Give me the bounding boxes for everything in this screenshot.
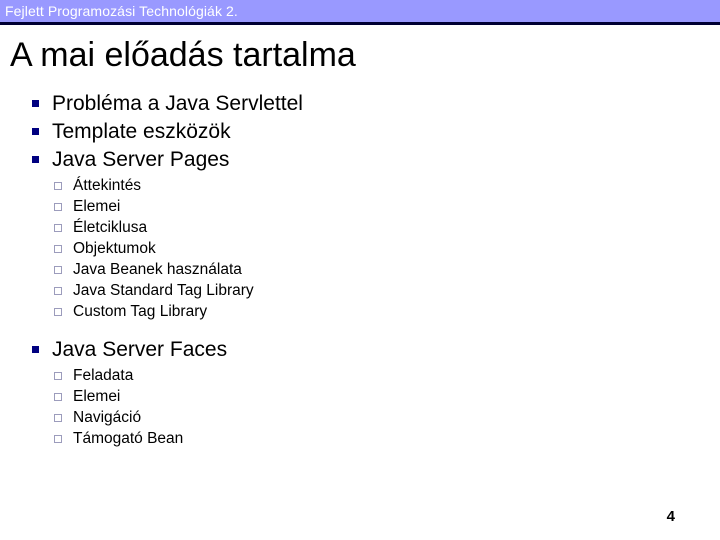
outline-level2-list: Áttekintés Elemei Életciklusa Objektumok… [0,175,720,322]
hollow-square-icon [54,414,62,422]
slide-content-outline: Probléma a Java Servlettel Template eszk… [0,90,720,452]
hollow-square-icon [54,182,62,190]
list-item: Feladata [0,365,720,386]
list-item: Custom Tag Library [0,301,720,322]
list-item: Támogató Bean [0,428,720,449]
list-item: Elemei [0,386,720,407]
hollow-square-icon [54,372,62,380]
list-item-label: Template eszközök [52,120,231,143]
hollow-square-icon [54,435,62,443]
list-item-label: Támogató Bean [73,430,184,447]
hollow-square-icon [54,266,62,274]
list-item-label: Életciklusa [73,219,148,236]
filled-square-icon [32,128,39,135]
filled-square-icon [32,156,39,163]
list-item: Navigáció [0,407,720,428]
list-item-label: Probléma a Java Servlettel [52,92,303,115]
hollow-square-icon [54,245,62,253]
list-item-label: Elemei [73,198,121,215]
list-item: Java Server Pages [0,146,720,173]
header-divider-rule [0,22,720,25]
list-item-label: Java Server Pages [52,148,230,171]
list-item-label: Java Beanek használata [73,261,242,278]
list-item-label: Java Standard Tag Library [73,282,254,299]
list-item: Áttekintés [0,175,720,196]
course-title: Fejlett Programozási Technológiák 2. [5,3,238,19]
list-item-label: Navigáció [73,409,142,426]
hollow-square-icon [54,287,62,295]
list-item: Elemei [0,196,720,217]
list-item: Template eszközök [0,118,720,145]
hollow-square-icon [54,308,62,316]
outline-level1-list: Probléma a Java Servlettel Template eszk… [0,90,720,449]
hollow-square-icon [54,203,62,211]
page-number: 4 [666,508,675,525]
list-item: Probléma a Java Servlettel [0,90,720,117]
hollow-square-icon [54,224,62,232]
page-title: A mai előadás tartalma [10,36,356,74]
list-item-label: Custom Tag Library [73,303,208,320]
slide-header-band: Fejlett Programozási Technológiák 2. [0,0,720,22]
list-item: Java Standard Tag Library [0,280,720,301]
filled-square-icon [32,100,39,107]
list-item-label: Elemei [73,388,121,405]
outline-level2-list: Feladata Elemei Navigáció Támogató Bean [0,365,720,449]
list-item-label: Java Server Faces [52,338,228,361]
list-item-label: Áttekintés [73,177,142,194]
list-item: Java Server Faces [0,336,720,363]
filled-square-icon [32,346,39,353]
list-item: Objektumok [0,238,720,259]
list-item-label: Objektumok [73,240,156,257]
list-item: Java Beanek használata [0,259,720,280]
list-item-label: Feladata [73,367,134,384]
hollow-square-icon [54,393,62,401]
list-item: Életciklusa [0,217,720,238]
